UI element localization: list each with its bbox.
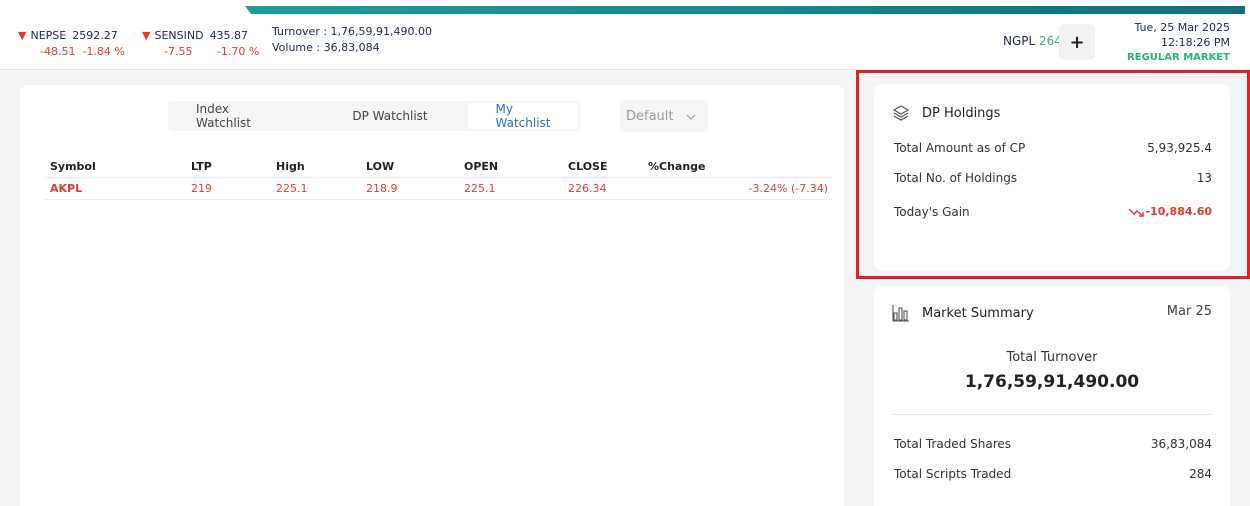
- total-turnover-label: Total Turnover: [1006, 350, 1098, 365]
- watchlist-table: Symbol LTP High LOW OPEN CLOSE %Change A…: [44, 157, 832, 200]
- table-row[interactable]: AKPL 219 225.1 218.9 225.1 226.34 -3.24%…: [44, 177, 832, 200]
- market-summary-title: Market Summary: [892, 304, 1034, 322]
- ticker-quote[interactable]: NGPL 264: [1003, 34, 1062, 48]
- watchlist-group-select[interactable]: Default: [620, 100, 708, 132]
- cell-low: 218.9: [366, 177, 464, 200]
- cell-symbol[interactable]: AKPL: [44, 177, 191, 200]
- cell-close: 226.34: [568, 177, 648, 200]
- col-change[interactable]: %Change: [648, 157, 832, 178]
- traded-shares-row: Total Traded Shares 36,83,084: [894, 437, 1212, 451]
- add-ticker-button[interactable]: +: [1059, 24, 1095, 60]
- col-ltp[interactable]: LTP: [191, 157, 276, 178]
- cell-open: 225.1: [464, 177, 568, 200]
- col-symbol[interactable]: Symbol: [44, 157, 191, 178]
- traded-shares-label: Total Traded Shares: [894, 437, 1012, 451]
- scripts-traded-row: Total Scripts Traded 284: [894, 467, 1212, 481]
- cell-high: 225.1: [276, 177, 366, 200]
- turnover-text: Turnover : 1,76,59,91,490.00: [272, 25, 433, 38]
- index-change: -48.51 -1.84 %: [40, 45, 125, 58]
- market-turnover-volume: Turnover : 1,76,59,91,490.00 Volume : 36…: [272, 24, 432, 56]
- scripts-traded-label: Total Scripts Traded: [894, 467, 1012, 481]
- col-low[interactable]: LOW: [366, 157, 464, 178]
- current-date: Tue, 25 Mar 2025: [1134, 21, 1230, 34]
- ticker-symbol: NGPL: [1003, 34, 1036, 48]
- tab-my-watchlist[interactable]: My Watchlist: [468, 102, 578, 130]
- down-arrow-icon: ▼: [142, 29, 151, 42]
- total-turnover-value: 1,76,59,91,490.00: [964, 372, 1140, 392]
- col-open[interactable]: OPEN: [464, 157, 568, 178]
- market-summary-date: Mar 25: [1166, 304, 1212, 319]
- table-header-row: Symbol LTP High LOW OPEN CLOSE %Change: [44, 157, 832, 178]
- cell-change: -3.24% (-7.34): [648, 177, 832, 200]
- traded-shares-value: 36,83,084: [1150, 437, 1212, 451]
- volume-text: Volume : 36,83,084: [272, 41, 380, 54]
- down-arrow-icon: ▼: [18, 29, 27, 42]
- cell-ltp: 219: [191, 177, 276, 200]
- market-summary-card: Market Summary Mar 25 Total Turnover 1,7…: [874, 286, 1230, 506]
- tab-index-watchlist[interactable]: Index Watchlist: [168, 101, 314, 131]
- index-name: NEPSE: [30, 29, 67, 42]
- top-header: ▼ NEPSE 2592.27 -48.51 -1.84 % ▼ SENSIND 435…: [0, 0, 1250, 70]
- highlight-box: [856, 70, 1250, 279]
- index-sensind[interactable]: ▼ SENSIND 435.87 -7.55 -1.70 %: [142, 28, 259, 58]
- col-close[interactable]: CLOSE: [568, 157, 648, 178]
- index-change: -7.55 -1.70 %: [164, 45, 260, 58]
- tab-dp-watchlist[interactable]: DP Watchlist: [314, 101, 466, 131]
- col-high[interactable]: High: [276, 157, 366, 178]
- scripts-traded-value: 284: [1189, 467, 1212, 481]
- watchlist-panel: Index Watchlist DP Watchlist My Watchlis…: [20, 85, 844, 506]
- header-accent-bar: [245, 6, 1245, 14]
- watchlist-tabs: Index Watchlist DP Watchlist My Watchlis…: [168, 101, 580, 131]
- index-value: 2592.27: [72, 29, 118, 42]
- card-title-text: Market Summary: [922, 305, 1034, 321]
- chevron-down-icon: [686, 110, 696, 123]
- index-name: SENSIND: [154, 29, 204, 42]
- market-status: REGULAR MARKET: [1127, 52, 1230, 63]
- divider: [892, 414, 1212, 415]
- current-time: 12:18:26 PM: [1160, 36, 1230, 49]
- index-value: 435.87: [209, 29, 249, 42]
- index-nepse[interactable]: ▼ NEPSE 2592.27 -48.51 -1.84 %: [18, 28, 125, 58]
- date-time-display: Tue, 25 Mar 2025 12:18:26 PM REGULAR MAR…: [1127, 20, 1230, 65]
- select-value: Default: [626, 108, 674, 124]
- plus-icon: +: [1069, 31, 1085, 53]
- bar-chart-icon: [892, 305, 909, 322]
